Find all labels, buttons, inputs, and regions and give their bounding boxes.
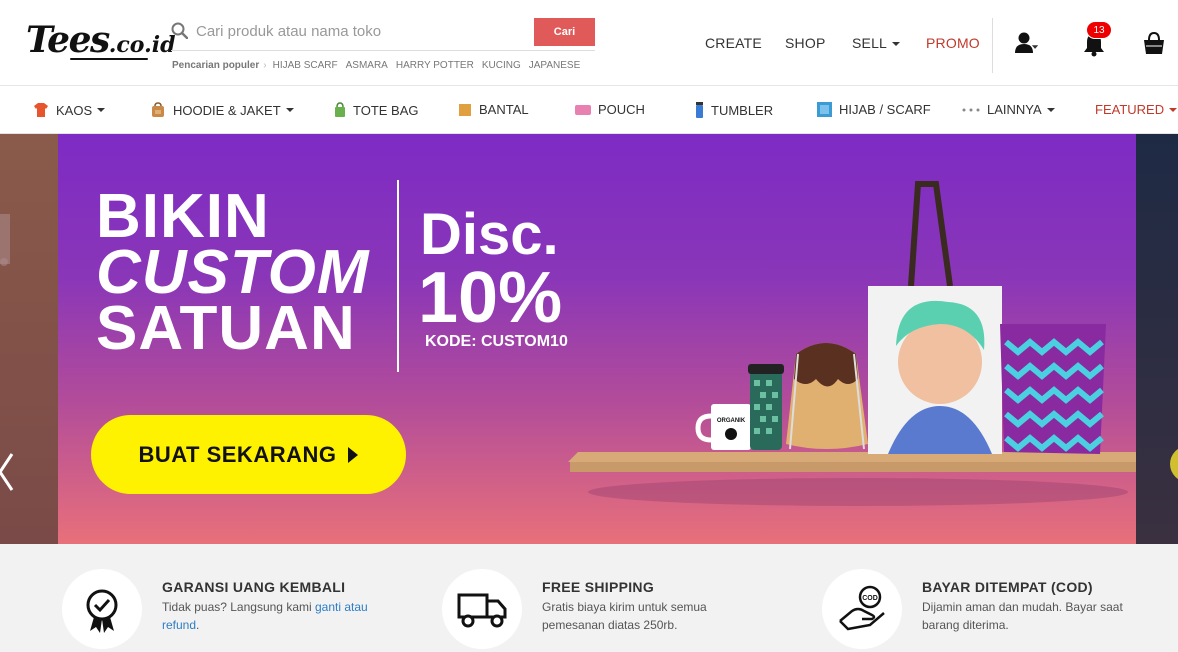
category-label: KAOS xyxy=(56,102,93,118)
nav-shop[interactable]: SHOP xyxy=(785,35,825,51)
search-icon xyxy=(171,22,188,39)
scarf-icon xyxy=(817,102,832,117)
hero-products-illustration: ORGANIK xyxy=(568,181,1136,506)
feature-description: Dijamin aman dan mudah. Bayar saat baran… xyxy=(922,600,1123,632)
hero-carousel: BIKIN CUSTOM SATUAN Disc. 10% KODE: CUST… xyxy=(0,134,1178,544)
user-icon[interactable] xyxy=(1014,31,1040,57)
tumbler-icon xyxy=(696,102,703,118)
more-dots-icon xyxy=(962,108,980,111)
next-slide-peek[interactable] xyxy=(1136,134,1178,544)
popular-searches: Pencarian populer › HIJAB SCARF ASMARA H… xyxy=(172,60,588,71)
category-lainnya[interactable]: LAINNYA xyxy=(962,102,1055,117)
guarantee-badge-icon xyxy=(86,589,118,633)
category-label: LAINNYA xyxy=(987,102,1042,117)
popular-term[interactable]: HIJAB SCARF xyxy=(273,60,338,71)
chevron-right-icon: › xyxy=(263,60,267,71)
delivery-truck-icon xyxy=(457,593,507,628)
play-triangle-icon xyxy=(348,446,359,463)
features-strip: GARANSI UANG KEMBALI Tidak puas? Langsun… xyxy=(0,544,1178,652)
category-kaos[interactable]: KAOS xyxy=(33,102,106,118)
hero-cta-button[interactable]: BUAT SEKARANG xyxy=(91,415,406,494)
category-label: FEATURED xyxy=(1095,102,1165,117)
category-label: HOODIE & JAKET xyxy=(173,102,281,118)
nav-create[interactable]: CREATE xyxy=(705,35,762,51)
feature-title: GARANSI UANG KEMBALI xyxy=(162,579,346,595)
feature-title: BAYAR DITEMPAT (COD) xyxy=(922,579,1093,595)
hero-promo-code: KODE: CUSTOM10 xyxy=(425,333,568,350)
shopping-bag-icon[interactable] xyxy=(1142,30,1166,56)
category-label: POUCH xyxy=(598,102,645,117)
category-hijab-scarf[interactable]: HIJAB / SCARF xyxy=(817,102,931,117)
backpack-icon xyxy=(152,102,164,117)
category-pouch[interactable]: POUCH xyxy=(575,102,645,117)
popular-searches-label: Pencarian populer xyxy=(172,60,260,71)
category-tote-bag[interactable]: TOTE BAG xyxy=(334,102,419,118)
cod-badge-text: COD xyxy=(862,595,878,602)
nav-divider xyxy=(992,18,993,73)
hero-discount-label: Disc. xyxy=(420,202,559,267)
caret-down-icon xyxy=(892,42,901,47)
category-bar: KAOS HOODIE & JAKET TOTE BAG BANTAL POUC… xyxy=(0,86,1178,134)
feature-icon-circle xyxy=(62,569,142,649)
category-label: TUMBLER xyxy=(711,102,774,118)
feature-icon-circle xyxy=(442,569,522,649)
category-tumbler[interactable]: TUMBLER xyxy=(695,102,773,118)
tshirt-icon xyxy=(34,103,48,117)
category-label: BANTAL xyxy=(479,102,529,117)
notification-badge: 13 xyxy=(1086,21,1112,39)
nav-promo[interactable]: PROMO xyxy=(926,35,980,51)
pillow-icon xyxy=(459,103,471,116)
tote-bag-icon xyxy=(335,102,345,117)
category-label: HIJAB / SCARF xyxy=(839,102,931,117)
search-button[interactable]: Cari xyxy=(534,18,595,46)
nav-sell[interactable]: SELL xyxy=(852,35,901,51)
feature-description: Gratis biaya kirim untuk semua pemesanan… xyxy=(542,600,707,632)
search-input[interactable] xyxy=(196,16,530,46)
logo-underline xyxy=(70,58,148,60)
chevron-left-icon[interactable] xyxy=(0,424,14,524)
mug-print-text: ORGANIK xyxy=(717,418,746,424)
hero-divider xyxy=(397,180,399,372)
popular-term[interactable]: JAPANESE xyxy=(529,60,581,71)
category-hoodie-jaket[interactable]: HOODIE & JAKET xyxy=(150,102,294,118)
category-label: TOTE BAG xyxy=(353,102,419,118)
nav-sell-label: SELL xyxy=(852,35,888,51)
cod-hand-icon: COD xyxy=(839,585,885,631)
caret-down-icon xyxy=(1046,107,1055,112)
category-featured[interactable]: FEATURED xyxy=(1095,102,1178,117)
caret-down-icon xyxy=(97,108,106,112)
feature-icon-circle: COD xyxy=(822,569,902,649)
category-bantal[interactable]: BANTAL xyxy=(458,102,529,117)
hero-banner[interactable]: BIKIN CUSTOM SATUAN Disc. 10% KODE: CUST… xyxy=(58,134,1136,544)
popular-term[interactable]: HARRY POTTER xyxy=(396,60,474,71)
hero-cta-label: BUAT SEKARANG xyxy=(138,441,337,467)
search-underline xyxy=(171,50,595,51)
caret-down-icon xyxy=(285,108,294,112)
feature-title: FREE SHIPPING xyxy=(542,579,655,595)
hero-discount-percent: 10% xyxy=(418,258,563,338)
feature-description-text: Tidak puas? Langsung kami xyxy=(162,600,315,614)
popular-term[interactable]: ASMARA xyxy=(346,60,388,71)
pouch-icon xyxy=(575,104,591,115)
feature-description: Tidak puas? Langsung kami ganti atau ref… xyxy=(162,598,382,634)
header: Tees.co.id Cari Pencarian populer › HIJA… xyxy=(0,0,1178,86)
page: Tees.co.id Cari Pencarian populer › HIJA… xyxy=(0,0,1178,652)
feature-description-end: . xyxy=(196,618,200,632)
hero-headline-line3: SATUAN xyxy=(96,294,356,363)
caret-down-icon xyxy=(1169,107,1178,112)
popular-term[interactable]: KUCING xyxy=(482,60,521,71)
next-slide-art xyxy=(1170,449,1178,479)
